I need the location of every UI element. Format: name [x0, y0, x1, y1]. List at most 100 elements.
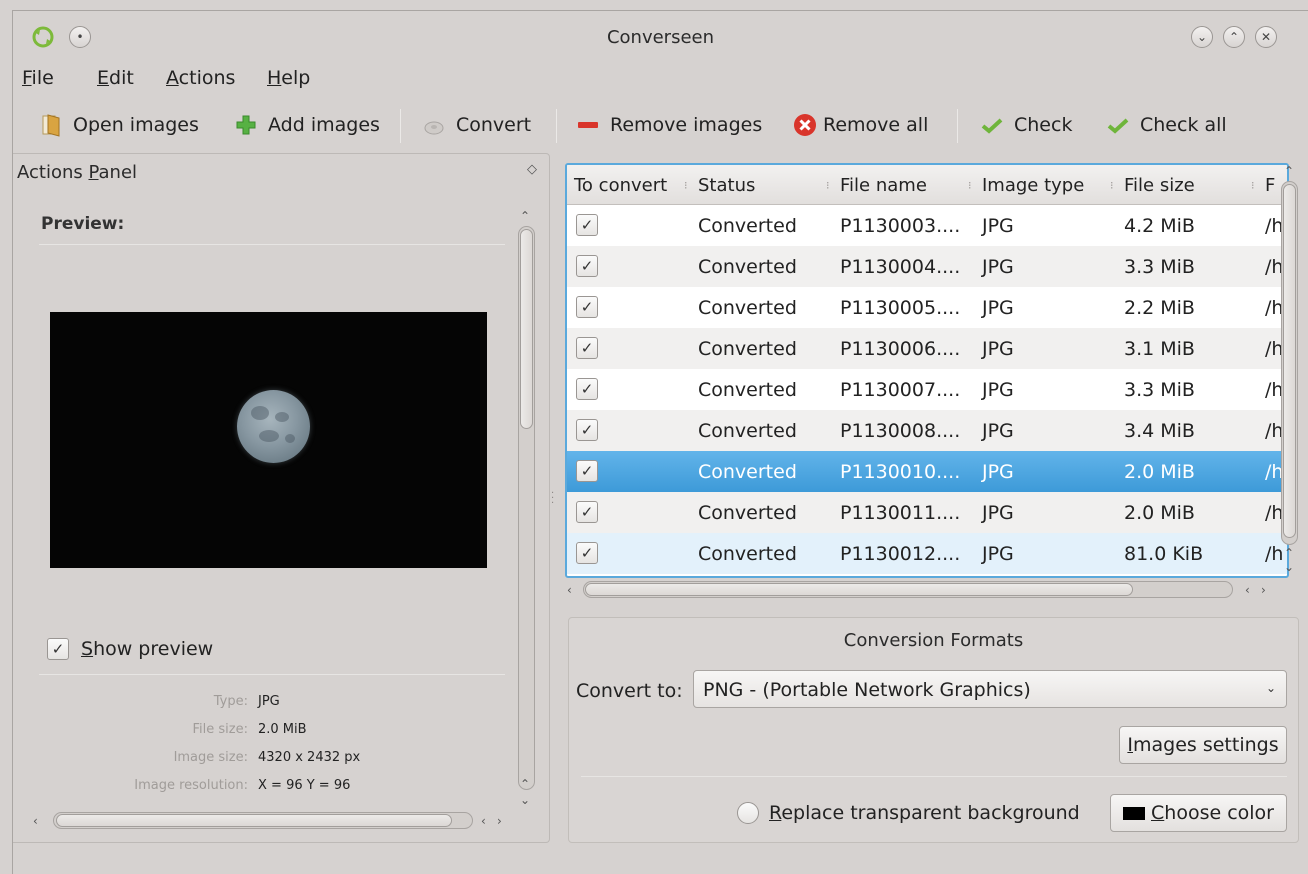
scroll-right-icon[interactable]: ›	[1261, 584, 1266, 596]
row-checkbox[interactable]: ✓	[576, 460, 598, 482]
scrollbar-track[interactable]	[1281, 181, 1298, 545]
table-row[interactable]: ✓ Converted P1130011.... JPG 2.0 MiB /h	[567, 492, 1287, 533]
menu-help[interactable]: Help	[267, 67, 310, 89]
toolbar-separator	[957, 109, 958, 143]
scrollbar-track[interactable]	[583, 581, 1233, 598]
preview-label: Preview:	[41, 214, 125, 234]
header-path[interactable]: F	[1265, 175, 1275, 196]
scroll-left-icon[interactable]: ‹	[1245, 584, 1250, 596]
check-button[interactable]: Check	[980, 109, 1072, 141]
conversion-formats-group: Conversion Formats Convert to: PNG - (Po…	[568, 617, 1299, 843]
table-header: To convert ⁝ Status ⁝ File name ⁝ Image …	[567, 165, 1287, 205]
choose-color-button[interactable]: Choose color	[1110, 794, 1287, 832]
scroll-up-icon[interactable]: ⌃	[520, 210, 530, 222]
divider	[581, 776, 1287, 777]
preview-horizontal-scrollbar[interactable]: ‹ ‹ ›	[33, 812, 513, 830]
window-title: Converseen	[606, 27, 715, 48]
minimize-icon[interactable]: ⌄	[1191, 26, 1213, 48]
moon-image	[237, 390, 310, 463]
remove-all-button[interactable]: Remove all	[793, 109, 928, 141]
table-row[interactable]: ✓ Converted P1130007.... JPG 3.3 MiB /h	[567, 369, 1287, 410]
toolbar: Open images Add images Convert Remove im…	[13, 103, 1308, 147]
open-images-button[interactable]: Open images	[39, 109, 199, 141]
table-horizontal-scrollbar[interactable]: ‹ ‹ ›	[565, 579, 1289, 601]
row-checkbox[interactable]: ✓	[576, 501, 598, 523]
splitter-handle[interactable]: · · ·	[551, 489, 554, 509]
scroll-left-icon[interactable]: ‹	[33, 815, 38, 827]
images-table: To convert ⁝ Status ⁝ File name ⁝ Image …	[565, 163, 1289, 578]
main-window: • Converseen ⌄ ⌃ ✕ File Edit Actions Hel…	[12, 10, 1308, 874]
scrollbar-thumb[interactable]	[585, 583, 1133, 596]
close-icon[interactable]: ✕	[1255, 26, 1277, 48]
actions-panel-title: Actions Panel	[17, 162, 138, 183]
row-checkbox[interactable]: ✓	[576, 378, 598, 400]
images-settings-button[interactable]: Images settings	[1119, 726, 1287, 764]
scrollbar-thumb[interactable]	[56, 814, 452, 827]
table-row[interactable]: ✓ Converted P1130008.... JPG 3.4 MiB /h	[567, 410, 1287, 451]
maximize-icon[interactable]: ⌃	[1223, 26, 1245, 48]
table-row-selected[interactable]: ✓ Converted P1130010.... JPG 2.0 MiB /h	[567, 451, 1287, 492]
scrollbar-track[interactable]	[518, 226, 535, 790]
minus-icon	[578, 122, 598, 128]
menu-file[interactable]: File	[22, 67, 54, 89]
scroll-up-icon[interactable]: ⌃	[1284, 547, 1294, 559]
divider	[39, 674, 505, 675]
row-checkbox[interactable]: ✓	[576, 419, 598, 441]
scrollbar-thumb[interactable]	[520, 229, 533, 429]
remove-images-button[interactable]: Remove images	[576, 109, 762, 141]
header-to-convert[interactable]: To convert	[574, 175, 667, 196]
table-row[interactable]: ✓ Converted P1130005.... JPG 2.2 MiB /h	[567, 287, 1287, 328]
scrollbar-thumb[interactable]	[1283, 184, 1296, 538]
header-file-size[interactable]: File size	[1124, 175, 1195, 196]
scrollbar-track[interactable]	[53, 812, 473, 829]
gear-icon	[424, 121, 444, 135]
convert-button[interactable]: Convert	[422, 109, 531, 141]
table-row[interactable]: ✓ Converted P1130003.... JPG 4.2 MiB /h	[567, 205, 1287, 246]
add-images-button[interactable]: Add images	[234, 109, 380, 141]
scroll-up-icon[interactable]: ⌃	[520, 778, 530, 790]
preview-vertical-scrollbar[interactable]: ⌃ ⌃ ⌄	[518, 210, 536, 810]
table-vertical-scrollbar[interactable]: ⌃ ⌃ ⌄	[1279, 163, 1301, 583]
scroll-right-icon[interactable]: ›	[497, 815, 502, 827]
conversion-formats-title: Conversion Formats	[843, 630, 1024, 651]
scroll-down-icon[interactable]: ⌄	[1284, 561, 1294, 573]
title-bar: • Converseen ⌄ ⌃ ✕	[13, 11, 1308, 63]
header-image-type[interactable]: Image type	[982, 175, 1084, 196]
row-checkbox[interactable]: ✓	[576, 337, 598, 359]
remove-circle-icon	[794, 114, 816, 136]
check-all-button[interactable]: Check all	[1106, 109, 1227, 141]
scroll-down-icon[interactable]: ⌄	[520, 794, 530, 806]
table-row[interactable]: ✓ Converted P1130012.... JPG 81.0 KiB /h	[567, 533, 1287, 574]
checkmark-icon	[981, 118, 1003, 134]
toolbar-separator	[400, 109, 401, 143]
replace-background-checkbox[interactable]	[737, 802, 759, 824]
table-row[interactable]: ✓ Converted P1130004.... JPG 3.3 MiB /h	[567, 246, 1287, 287]
show-preview-label[interactable]: Show preview	[81, 638, 213, 660]
preview-image	[50, 312, 487, 568]
toolbar-separator	[556, 109, 557, 143]
open-folder-icon	[42, 114, 60, 137]
chevron-down-icon: ⌄	[1265, 681, 1276, 695]
color-swatch-icon	[1123, 807, 1145, 820]
checkmark-icon	[1107, 118, 1129, 134]
table-row[interactable]: ✓ Converted P1130006.... JPG 3.1 MiB /h	[567, 328, 1287, 369]
actions-panel: Actions Panel ◇ Preview: ✓ Show preview …	[13, 153, 550, 843]
menu-actions[interactable]: Actions	[166, 67, 235, 89]
header-status[interactable]: Status	[698, 175, 755, 196]
convert-to-label: Convert to:	[576, 680, 683, 702]
row-checkbox[interactable]: ✓	[576, 296, 598, 318]
row-checkbox[interactable]: ✓	[576, 542, 598, 564]
float-panel-icon[interactable]: ◇	[527, 162, 537, 177]
menu-bar: File Edit Actions Help	[13, 63, 1308, 97]
divider	[39, 244, 505, 245]
show-preview-checkbox[interactable]: ✓	[47, 638, 69, 660]
format-select[interactable]: PNG - (Portable Network Graphics) ⌄	[693, 670, 1287, 708]
scroll-left-icon[interactable]: ‹	[481, 815, 486, 827]
scroll-left-icon[interactable]: ‹	[567, 584, 572, 596]
replace-background-label[interactable]: Replace transparent background	[769, 802, 1080, 824]
header-file-name[interactable]: File name	[840, 175, 927, 196]
row-checkbox[interactable]: ✓	[576, 214, 598, 236]
row-checkbox[interactable]: ✓	[576, 255, 598, 277]
menu-edit[interactable]: Edit	[97, 67, 134, 89]
scroll-up-icon[interactable]: ⌃	[1284, 165, 1294, 177]
